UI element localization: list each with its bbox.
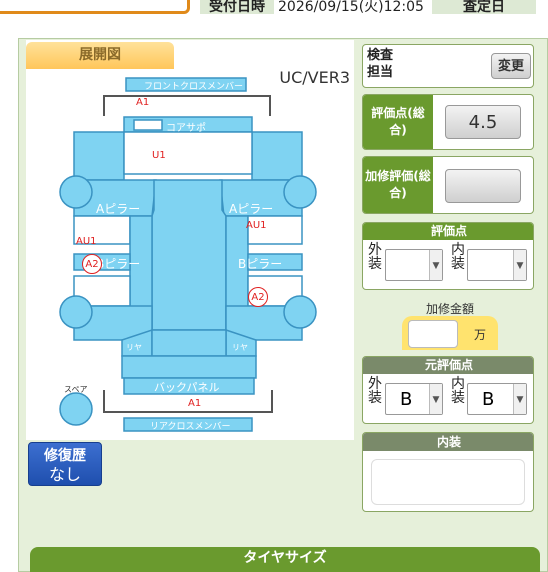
chevron-down-icon: ▼ xyxy=(513,250,526,280)
received-label: 受付日時 xyxy=(200,0,274,14)
original-exterior-value: B xyxy=(400,389,413,410)
chevron-down-icon: ▼ xyxy=(513,384,526,414)
score-interior-select[interactable]: ▼ xyxy=(467,249,527,281)
repair-amount-title: 加修金額 xyxy=(425,302,474,316)
original-score-title: 元評価点 xyxy=(363,357,533,374)
score-interior-label: 内装 xyxy=(451,242,465,272)
right-front-fender xyxy=(251,131,303,181)
repair-amount-unit: 万 xyxy=(474,328,487,342)
inspector-change-button[interactable]: 変更 xyxy=(491,53,531,79)
rear-left-label: リヤ xyxy=(126,343,142,352)
overall-score-value[interactable]: 4.5 xyxy=(445,105,521,139)
damage-mark-right-a2[interactable]: A2 xyxy=(248,287,268,307)
damage-diagram: 展開図 UC/VER3 フロントクロスメンバー コアサポ Aピラー Aピラー B… xyxy=(26,40,354,440)
interior-title: 内装 xyxy=(363,433,533,451)
damage-mark-front-a1[interactable]: A1 xyxy=(136,97,149,108)
b-pillar-right-label: Bピラー xyxy=(238,257,283,271)
received-datetime: 2026/09/15(火)12:05 xyxy=(278,0,424,14)
inspector-box: 検査担当 変更 xyxy=(362,44,534,88)
tire-size-header: タイヤサイズ xyxy=(30,547,540,572)
damage-mark-hood-u1[interactable]: U1 xyxy=(152,150,166,161)
original-exterior-label: 外装 xyxy=(368,376,382,406)
original-interior-value: B xyxy=(482,389,495,410)
repair-history-button[interactable]: 修復歴 なし xyxy=(28,442,102,486)
interior-text-field[interactable] xyxy=(371,459,525,505)
original-exterior-select[interactable]: B ▼ xyxy=(385,383,443,415)
right-rear-wheel xyxy=(283,295,317,329)
chevron-down-icon: ▼ xyxy=(429,384,442,414)
left-front-fender xyxy=(73,131,125,181)
spare-label: スペア xyxy=(64,385,88,394)
damage-mark-right-au1[interactable]: AU1 xyxy=(246,220,267,231)
damage-mark-rear-a1[interactable]: A1 xyxy=(188,398,201,409)
damage-mark-left-a2[interactable]: A2 xyxy=(82,254,102,274)
original-interior-label: 内装 xyxy=(451,376,465,406)
damage-mark-left-au1[interactable]: AU1 xyxy=(76,236,97,247)
repair-rating-label: 加修評価(総合) xyxy=(363,157,433,213)
overall-score-box: 評価点(総合) 4.5 xyxy=(362,94,534,150)
rear-right-label: リヤ xyxy=(232,343,248,352)
core-support-label: コアサポ xyxy=(166,123,206,134)
a-pillar-right-label: Aピラー xyxy=(229,202,274,216)
a-pillar-left-label: Aピラー xyxy=(96,202,141,216)
score-box: 評価点 外装 ▼ 内装 ▼ xyxy=(362,222,534,290)
repair-history-value: なし xyxy=(48,465,81,484)
repair-rating-box: 加修評価(総合) xyxy=(362,156,534,214)
top-left-button[interactable] xyxy=(0,0,190,14)
rear-cross-member-label: リアクロスメンバー xyxy=(150,422,231,432)
original-score-box: 元評価点 外装 B ▼ 内装 B ▼ xyxy=(362,356,534,424)
score-exterior-label: 外装 xyxy=(368,242,382,272)
chevron-down-icon: ▼ xyxy=(429,250,442,280)
interior-box: 内装 xyxy=(362,432,534,512)
repair-history-label: 修復歴 xyxy=(44,448,86,464)
score-exterior-select[interactable]: ▼ xyxy=(385,249,443,281)
repair-rating-value[interactable] xyxy=(445,169,521,203)
score-title: 評価点 xyxy=(363,223,533,240)
back-panel-label: バックパネル xyxy=(154,381,220,394)
left-front-wheel xyxy=(59,175,93,209)
right-front-wheel xyxy=(283,175,317,209)
b-pillar-left-label: Bピラー xyxy=(96,257,141,271)
assessment-date-button[interactable]: 査定日 xyxy=(432,0,536,14)
repair-amount-input[interactable] xyxy=(408,320,458,348)
front-cross-member-label: フロントクロスメンバー xyxy=(144,82,244,92)
left-rear-wheel xyxy=(59,295,93,329)
inspector-label: 検査担当 xyxy=(367,48,394,80)
trunk-part xyxy=(121,355,257,379)
roof-part xyxy=(151,179,227,331)
original-interior-select[interactable]: B ▼ xyxy=(467,383,527,415)
overall-score-label: 評価点(総合) xyxy=(363,95,433,149)
spare-tire xyxy=(59,392,93,426)
